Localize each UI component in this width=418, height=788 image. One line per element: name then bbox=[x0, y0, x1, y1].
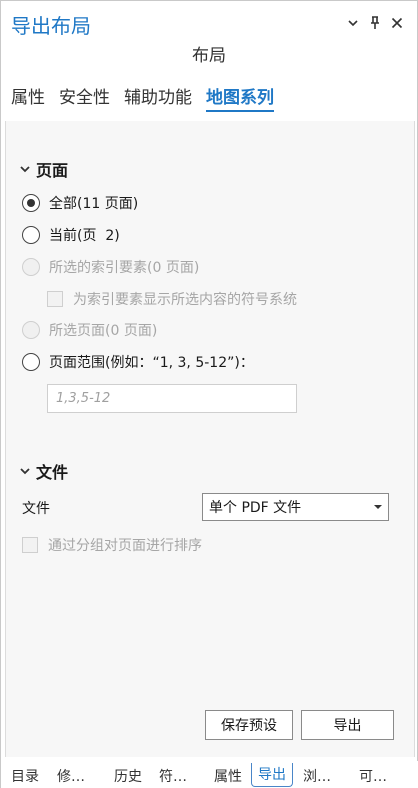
dock-tab-modify[interactable]: 修… bbox=[57, 766, 85, 786]
radio-label: 当前(页 2) bbox=[49, 228, 120, 244]
dock-tab-properties[interactable]: 属性 bbox=[214, 766, 242, 786]
radio-all-pages[interactable]: 全部(11 页面) bbox=[22, 193, 138, 213]
dock-tab-browse[interactable]: 浏… bbox=[303, 766, 331, 786]
pane-title: 导出布局 bbox=[11, 14, 91, 38]
tab-map-series[interactable]: 地图系列 bbox=[206, 83, 274, 112]
file-type-select[interactable]: 单个 PDF 文件 bbox=[202, 493, 389, 521]
save-preset-button[interactable]: 保存预设 bbox=[205, 710, 293, 740]
dock-tab-export[interactable]: 导出 bbox=[251, 763, 293, 787]
file-section-header[interactable]: 文件 bbox=[18, 459, 68, 483]
dock-tab-history[interactable]: 历史 bbox=[114, 766, 142, 786]
radio-button[interactable] bbox=[22, 226, 40, 244]
radio-selected-index-features: 所选的索引要素(0 页面) bbox=[22, 257, 199, 277]
chevron-down-icon bbox=[20, 166, 30, 173]
pin-icon[interactable] bbox=[367, 15, 383, 31]
radio-button[interactable] bbox=[22, 194, 40, 212]
chevron-down-icon bbox=[20, 468, 30, 475]
checkbox bbox=[47, 291, 63, 307]
file-type-value: 单个 PDF 文件 bbox=[209, 500, 302, 516]
pages-section-title: 页面 bbox=[36, 161, 69, 180]
close-icon[interactable] bbox=[389, 15, 405, 31]
radio-label: 全部(11 页面) bbox=[49, 196, 139, 212]
tab-strip: 属性 安全性 辅助功能 地图系列 bbox=[11, 83, 288, 112]
file-label: 文件 bbox=[22, 501, 50, 517]
pane-controls bbox=[345, 15, 405, 31]
radio-selected-pages: 所选页面(0 页面) bbox=[22, 320, 157, 340]
layout-name: 布局 bbox=[192, 46, 226, 66]
tab-accessibility[interactable]: 辅助功能 bbox=[124, 83, 192, 112]
radio-label: 所选页面(0 页面) bbox=[49, 323, 158, 339]
checkbox-label: 通过分组对页面进行排序 bbox=[48, 538, 202, 554]
export-layout-pane: 导出布局 布局 属性 安全性 辅助功能 地图系列 页面 全部(11 页面) 当前… bbox=[0, 0, 418, 788]
radio-label: 所选的索引要素(0 页面) bbox=[49, 260, 200, 276]
radio-button bbox=[22, 258, 40, 276]
tab-properties[interactable]: 属性 bbox=[11, 83, 45, 112]
tab-content: 页面 全部(11 页面) 当前(页 2) 所选的索引要素(0 页面) 为索引要素… bbox=[5, 121, 415, 757]
dock-tab-other[interactable]: 可… bbox=[359, 766, 387, 786]
radio-label: 页面范围(例如：“1, 3, 5-12”)： bbox=[49, 355, 254, 371]
export-button[interactable]: 导出 bbox=[301, 710, 394, 740]
radio-page-range[interactable]: 页面范围(例如：“1, 3, 5-12”)： bbox=[22, 352, 254, 372]
dock-tab-catalog[interactable]: 目录 bbox=[11, 766, 39, 786]
tab-security[interactable]: 安全性 bbox=[59, 83, 110, 112]
radio-current-page[interactable]: 当前(页 2) bbox=[22, 225, 120, 245]
file-section-title: 文件 bbox=[36, 463, 69, 482]
dock-tab-symbology[interactable]: 符… bbox=[159, 766, 187, 786]
dock-tab-strip: 目录 修… 历史 符… 属性 导出 浏… 可… bbox=[1, 761, 418, 788]
checkbox-show-selection-symbology: 为索引要素显示所选内容的符号系统 bbox=[47, 289, 297, 309]
checkbox bbox=[22, 537, 38, 553]
pages-section-header[interactable]: 页面 bbox=[18, 157, 68, 181]
radio-button[interactable] bbox=[22, 353, 40, 371]
checkbox-label: 为索引要素显示所选内容的符号系统 bbox=[73, 292, 297, 308]
dropdown-caret-icon bbox=[374, 505, 382, 509]
page-range-input[interactable]: 1,3,5-12 bbox=[47, 384, 297, 413]
chevron-down-icon[interactable] bbox=[345, 15, 361, 31]
checkbox-sort-by-group: 通过分组对页面进行排序 bbox=[22, 535, 202, 555]
radio-button bbox=[22, 321, 40, 339]
